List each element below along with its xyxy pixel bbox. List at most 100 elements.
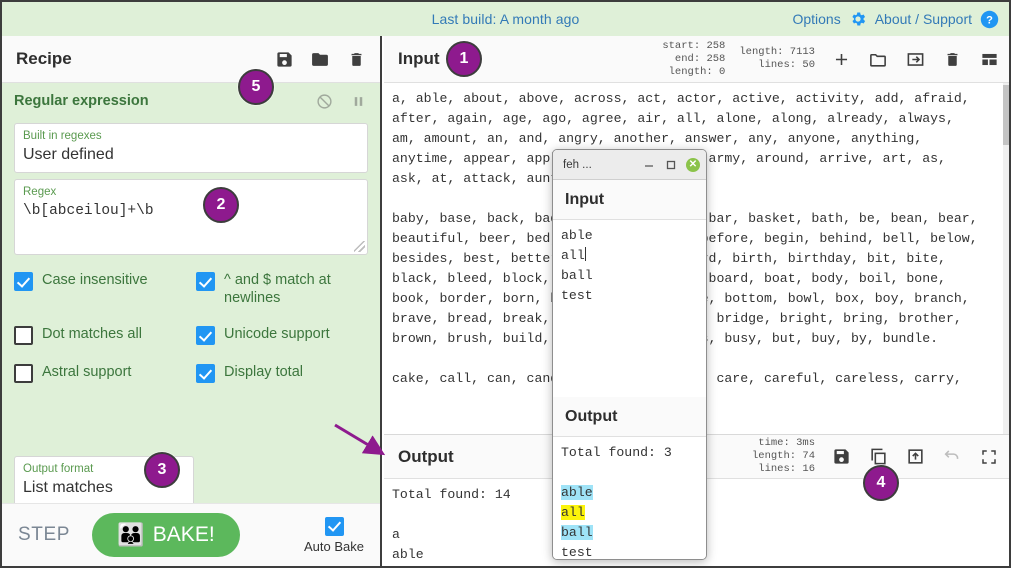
- output-toolbar: [831, 447, 999, 467]
- regex-input[interactable]: \b[abceilou]+\b: [23, 200, 359, 222]
- metric-value: 74: [802, 450, 815, 462]
- builtin-regexes-label: Built in regexes: [23, 130, 102, 142]
- checkbox-display-total[interactable]: [196, 364, 215, 383]
- feh-input-line: able: [561, 228, 593, 243]
- feh-output-total: Total found: 3: [561, 445, 672, 460]
- recipe-toolbar: [274, 49, 366, 69]
- save-icon[interactable]: [274, 49, 294, 69]
- option-label: Case insensitive: [42, 272, 148, 288]
- bake-button[interactable]: 👪 BAKE!: [92, 513, 241, 557]
- metric-value: 3ms: [796, 437, 815, 449]
- feh-output-match: test: [561, 545, 593, 560]
- option-label: Display total: [224, 364, 303, 380]
- input-scrollbar-thumb[interactable]: [1003, 85, 1009, 145]
- feh-output-match: all: [561, 505, 585, 520]
- option-label: ^ and $ match at newlines: [224, 272, 331, 306]
- annotation-arrow: [334, 423, 386, 456]
- minimize-icon[interactable]: [642, 158, 656, 172]
- regex-field[interactable]: Regex \b[abceilou]+\b 2: [14, 179, 368, 255]
- resize-grip[interactable]: [354, 241, 365, 252]
- annotation-badge-5: 5: [238, 69, 274, 105]
- pause-icon[interactable]: [348, 91, 368, 111]
- option-dot-matches-all[interactable]: Dot matches all: [14, 325, 186, 345]
- option-case-insensitive[interactable]: Case insensitive: [14, 271, 186, 307]
- input-scrollbar[interactable]: [1003, 83, 1009, 434]
- copy-icon[interactable]: [868, 447, 888, 467]
- output-total-line: Total found: 14: [392, 487, 511, 502]
- feh-output-section-title: Output: [553, 397, 706, 437]
- input-size-metrics: length: 7113 lines: 50: [739, 46, 815, 72]
- option-unicode-support[interactable]: Unicode support: [196, 325, 368, 345]
- output-metrics-col: time: 3ms length: 74 lines: 16: [752, 437, 815, 476]
- feh-output-textarea: Total found: 3 able all ball test: [553, 437, 706, 560]
- metric-key: length:: [751, 450, 797, 462]
- save-icon[interactable]: [831, 447, 851, 467]
- disable-icon[interactable]: [314, 91, 334, 111]
- plus-icon[interactable]: [831, 49, 851, 69]
- feh-output-match: ball: [561, 525, 593, 540]
- last-build-text: Last build: A month ago: [431, 11, 580, 27]
- layout-icon[interactable]: [979, 49, 999, 69]
- checkbox-unicode-support[interactable]: [196, 326, 215, 345]
- folder-icon[interactable]: [310, 49, 330, 69]
- metric-key: length:: [668, 65, 713, 78]
- metric-key: start:: [662, 39, 701, 52]
- trash-icon[interactable]: [346, 49, 366, 69]
- text-cursor: [584, 247, 586, 261]
- about-support-link[interactable]: About / Support: [875, 11, 972, 27]
- builtin-regexes-field[interactable]: Built in regexes User defined: [14, 123, 368, 173]
- checkbox-dot-matches-all[interactable]: [14, 326, 33, 345]
- feh-output-match: able: [561, 485, 593, 500]
- output-metrics: time: 3ms length: 74 lines: 16: [752, 437, 815, 476]
- annotation-badge-3: 3: [144, 452, 180, 488]
- option-display-total[interactable]: Display total: [196, 363, 368, 383]
- output-format-field[interactable]: Output format List matches 3: [14, 452, 194, 503]
- step-button[interactable]: STEP: [18, 524, 70, 546]
- feh-title-bar[interactable]: feh ... ✕: [553, 150, 706, 180]
- output-match: a: [392, 527, 400, 542]
- checkbox-astral-support[interactable]: [14, 364, 33, 383]
- maximize-icon[interactable]: [664, 158, 678, 172]
- operation-header-icons: [314, 91, 368, 111]
- checkbox-auto-bake[interactable]: [324, 516, 344, 536]
- metric-value: 258: [706, 52, 726, 65]
- chef-icon: 👪: [117, 522, 145, 547]
- gear-icon[interactable]: [849, 10, 867, 28]
- metric-value: 50: [802, 59, 815, 71]
- metric-key: end:: [674, 52, 701, 65]
- checkbox-caret-dollar-newlines[interactable]: [196, 272, 215, 291]
- metric-value: 0: [719, 65, 726, 78]
- feh-input-line: test: [561, 288, 593, 303]
- feh-input-textarea[interactable]: able all ball test: [553, 220, 706, 397]
- question-circle-icon[interactable]: ?: [980, 10, 999, 29]
- open-in-tab-icon[interactable]: [905, 447, 925, 467]
- option-label: Astral support: [42, 364, 132, 380]
- option-caret-dollar-newlines[interactable]: ^ and $ match at newlines: [196, 271, 368, 307]
- metric-key: length:: [739, 46, 784, 58]
- trash-icon[interactable]: [942, 49, 962, 69]
- builtin-regexes-value: User defined: [23, 146, 114, 163]
- feh-window: feh ... ✕ Input able all ball test Outpu…: [552, 149, 707, 560]
- metric-key: lines:: [758, 59, 797, 71]
- auto-bake-control[interactable]: Auto Bake: [304, 516, 364, 554]
- annotation-badge-4: 4: [863, 465, 899, 501]
- folder-open-icon[interactable]: [868, 49, 888, 69]
- recipe-title-bar: Recipe 5: [2, 36, 380, 105]
- operation-title: Regular expression: [14, 93, 149, 109]
- operation-header: Regular expression: [2, 83, 380, 117]
- regex-options: Case insensitive ^ and $ match at newlin…: [14, 271, 368, 383]
- metric-value: 7113: [789, 46, 815, 58]
- options-link[interactable]: Options: [792, 11, 840, 27]
- banner-right-links: Options About / Support ?: [792, 2, 999, 36]
- checkbox-case-insensitive[interactable]: [14, 272, 33, 291]
- import-icon[interactable]: [905, 49, 925, 69]
- bake-bar: STEP 👪 BAKE! Auto Bake: [2, 503, 380, 566]
- option-astral-support[interactable]: Astral support: [14, 363, 186, 383]
- close-icon[interactable]: ✕: [686, 157, 700, 172]
- feh-input-section-title: Input: [553, 180, 706, 220]
- undo-icon[interactable]: [942, 447, 962, 467]
- annotation-badge-1: 1: [446, 41, 482, 77]
- maximize-icon[interactable]: [979, 447, 999, 467]
- input-metrics: start: 258 end: 258 length: 0 length: 71…: [662, 40, 815, 79]
- svg-text:?: ?: [986, 14, 993, 26]
